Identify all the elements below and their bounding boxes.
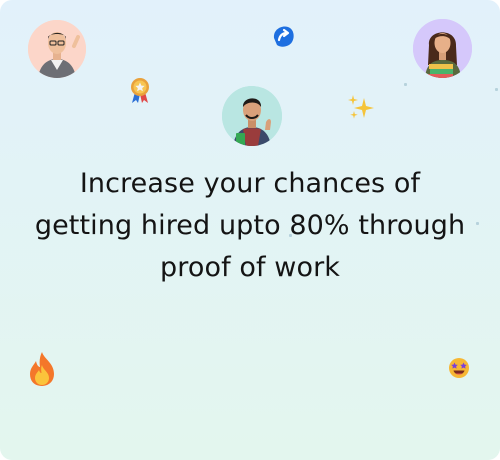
headline-line: Increase your chances of xyxy=(79,168,421,199)
decorative-dot xyxy=(289,234,292,237)
star-struck-face-icon xyxy=(448,357,470,379)
person-avatar xyxy=(222,86,282,146)
decorative-dot xyxy=(404,83,407,86)
decorative-dot xyxy=(476,222,479,225)
medal-icon xyxy=(126,76,154,104)
person-avatar xyxy=(413,19,472,78)
person-avatar xyxy=(28,20,86,78)
headline: Increase your chances of getting hired u… xyxy=(20,163,480,289)
headline-line: proof of work xyxy=(159,252,341,283)
decorative-dot xyxy=(495,88,498,91)
fire-icon xyxy=(28,351,56,387)
promo-card: Increase your chances of getting hired u… xyxy=(0,0,500,460)
headline-line: getting hired upto 80% through xyxy=(34,210,466,241)
blue-arrow-icon xyxy=(271,24,295,48)
sparkles-icon xyxy=(347,93,375,121)
